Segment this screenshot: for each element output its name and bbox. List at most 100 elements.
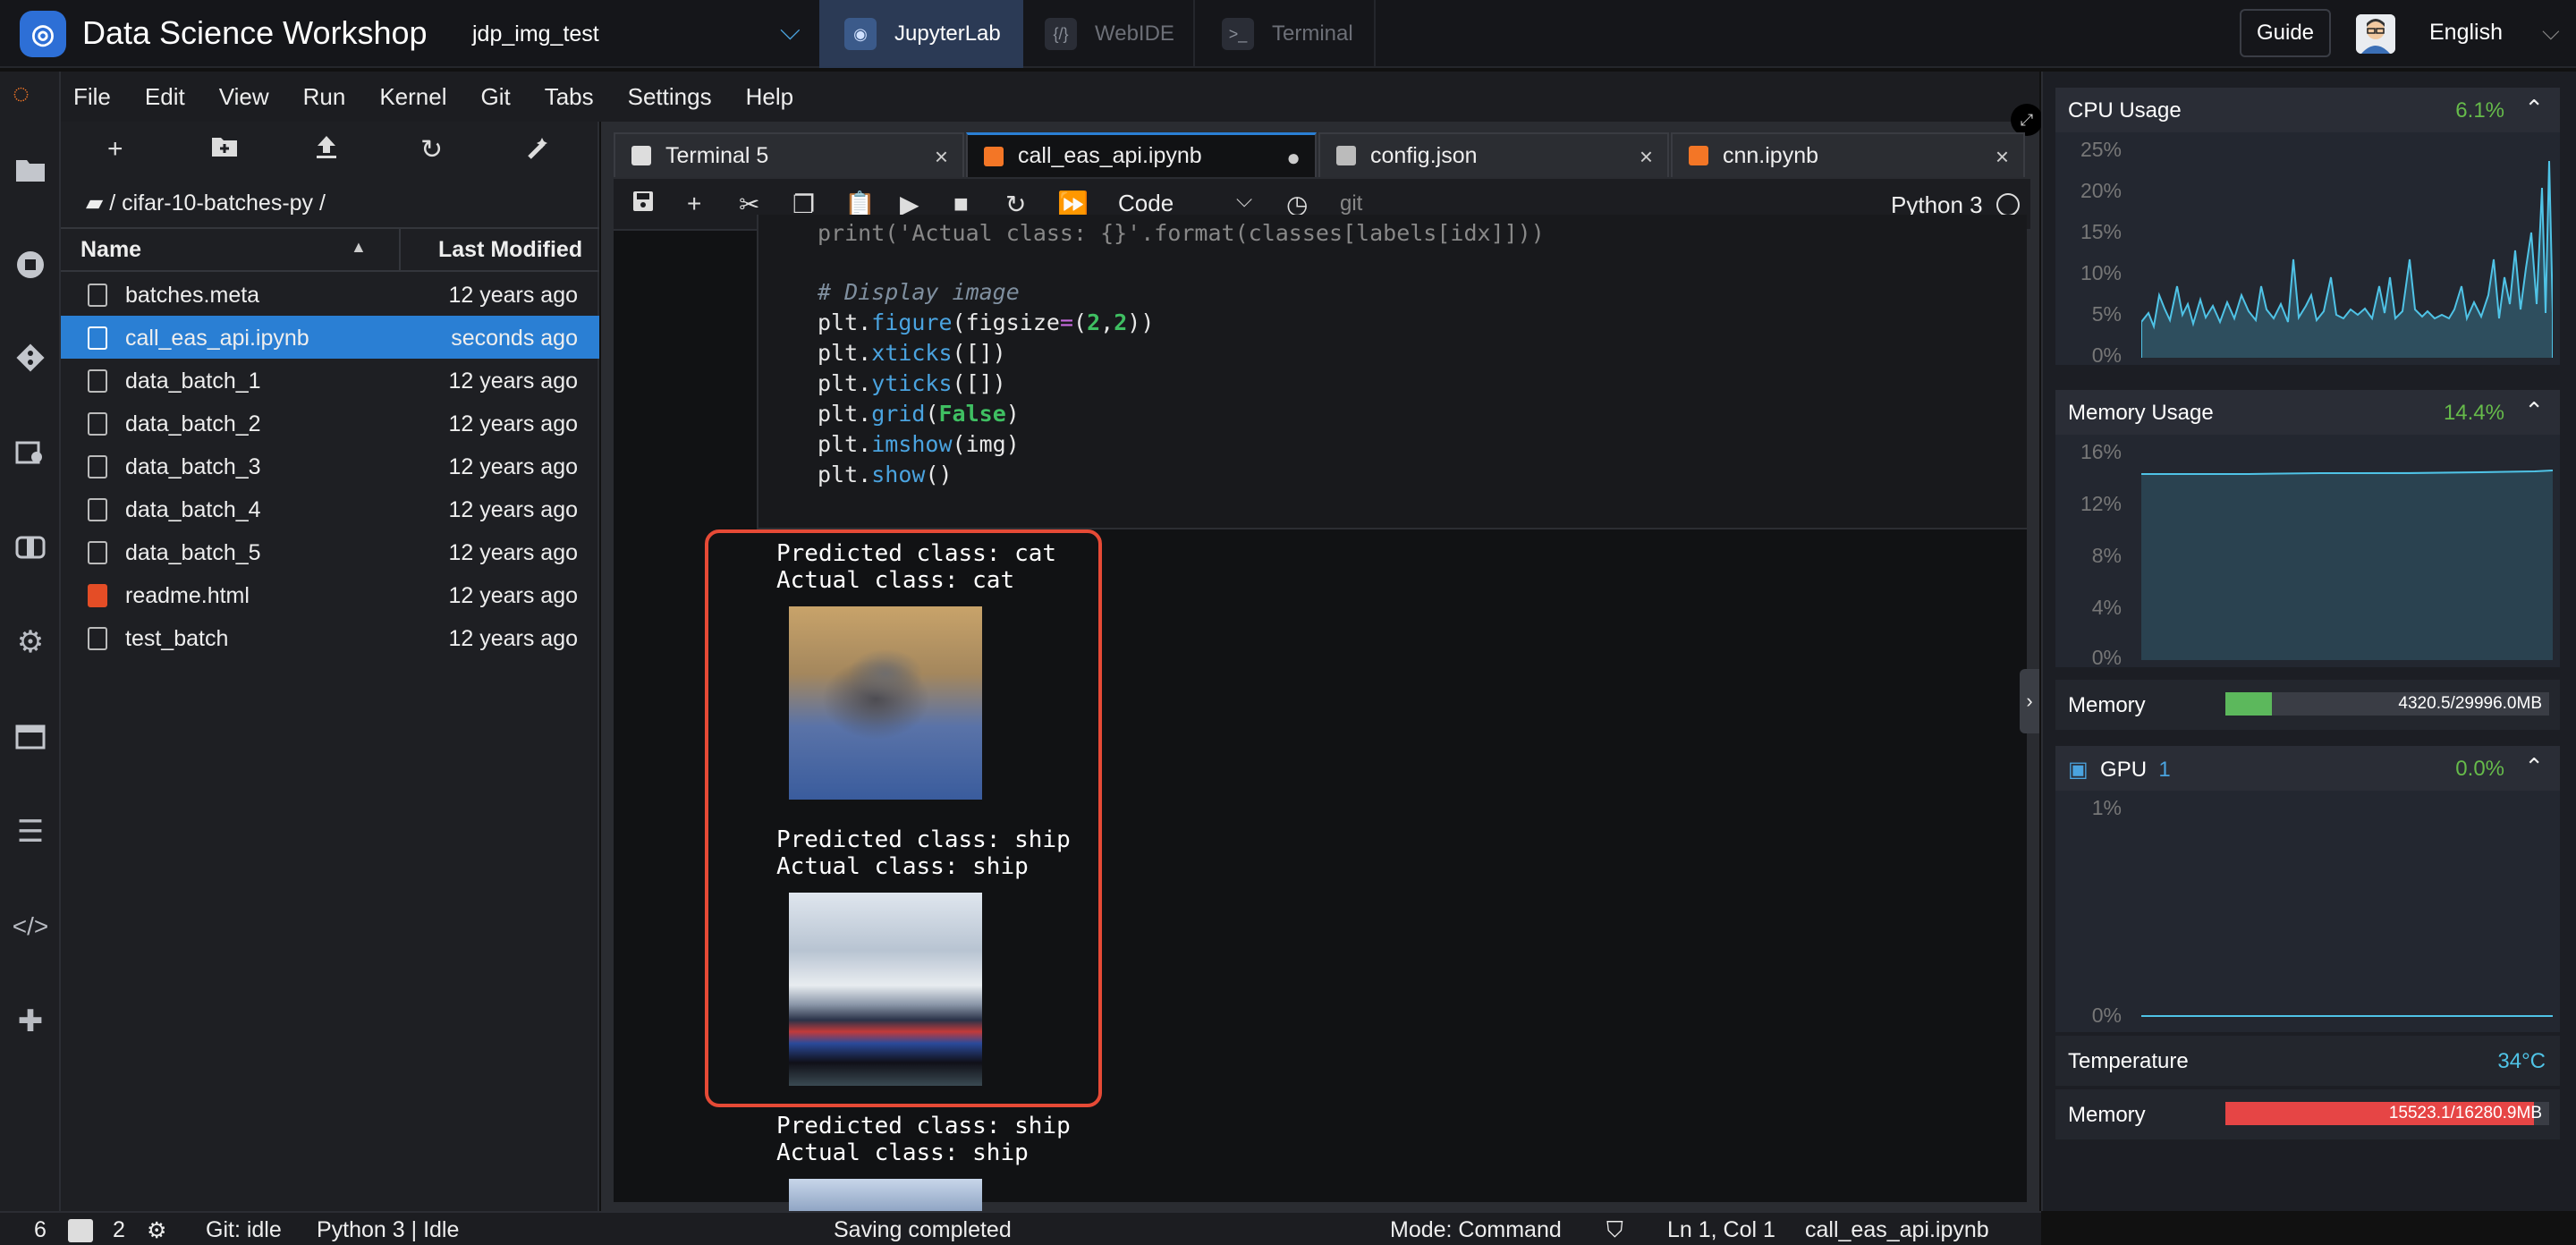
file-row[interactable]: data_batch_4 12 years ago (61, 487, 599, 530)
cpu-value: 6.1% (2455, 98, 2504, 123)
memory-panel-header[interactable]: Memory Usage 14.4% ⌃ (2055, 390, 2560, 435)
file-row[interactable]: call_eas_api.ipynb seconds ago (61, 316, 599, 359)
file-modified: 12 years ago (448, 368, 578, 394)
breadcrumb[interactable]: ▰ / cifar-10-batches-py / (86, 190, 326, 216)
status-position[interactable]: Ln 1, Col 1 (1667, 1217, 1775, 1243)
webide-icon: {/} (1045, 18, 1077, 50)
chevron-up-icon[interactable]: ⌃ (2524, 95, 2544, 123)
column-divider[interactable] (399, 229, 401, 270)
gpu-icon: ▣ (2068, 758, 2089, 782)
chevron-up-icon[interactable]: ⌃ (2524, 753, 2544, 781)
doc-tab[interactable]: config.json × (1318, 132, 1669, 177)
dataset-icon[interactable] (0, 426, 61, 479)
chevron-down-icon[interactable]: ⌵ (780, 16, 801, 47)
window-icon[interactable] (0, 710, 61, 764)
menu-run[interactable]: Run (303, 83, 346, 111)
avatar[interactable] (2356, 14, 2395, 54)
status-mode[interactable]: Mode: Command (1390, 1217, 1562, 1243)
gpu-usage-line (2141, 1015, 2553, 1017)
chevron-up-icon[interactable]: ⌃ (2524, 397, 2544, 425)
list-icon[interactable]: ☰ (0, 805, 61, 859)
folder-icon[interactable] (0, 143, 61, 197)
file-row[interactable]: batches.meta 12 years ago (61, 273, 599, 316)
file-name: batches.meta (125, 283, 260, 308)
memory-chart: 16% 12% 8% 4% 0% (2055, 435, 2560, 669)
doc-tab[interactable]: call_eas_api.ipynb ● (966, 132, 1317, 177)
memory-bar-label: Memory (2068, 693, 2146, 717)
file-row[interactable]: readme.html 12 years ago (61, 573, 599, 616)
chevron-down-icon[interactable]: ⌵ (1236, 188, 1252, 213)
menu-help[interactable]: Help (746, 83, 793, 111)
gpu-panel-header[interactable]: ▣ GPU 1 0.0% ⌃ (2055, 746, 2560, 791)
running-icon[interactable] (0, 238, 61, 292)
close-icon[interactable]: × (1996, 143, 2009, 171)
upload-icon[interactable] (315, 134, 338, 166)
sort-asc-icon[interactable]: ▲ (351, 238, 367, 257)
git-diff-button[interactable]: git (1340, 191, 1362, 216)
extension-icon[interactable]: ✚ (0, 995, 61, 1048)
y-tick: 8% (2091, 544, 2122, 567)
add-cell-icon[interactable]: + (687, 190, 701, 218)
menu-settings[interactable]: Settings (628, 83, 712, 111)
y-tick: 12% (2080, 492, 2122, 515)
gpu-memory-progress-bar: 15523.1/16280.9MB (2225, 1102, 2549, 1125)
close-icon[interactable]: × (1640, 143, 1653, 171)
output-image-ship (789, 1179, 982, 1215)
new-launcher-icon[interactable]: + (107, 134, 123, 165)
menubar: File Edit View Run Kernel Git Tabs Setti… (61, 72, 2039, 122)
status-kernel[interactable]: Python 3 | Idle (317, 1217, 459, 1243)
output-predicted: Predicted class: ship (776, 826, 1071, 853)
doc-tab[interactable]: cnn.ipynb × (1671, 132, 2025, 177)
column-last-modified[interactable]: Last Modified (438, 237, 582, 263)
tab-jupyterlab[interactable]: ◉ JupyterLab (819, 0, 1023, 68)
tab-terminal[interactable]: >_ Terminal (1197, 0, 1376, 68)
file-modified: 12 years ago (448, 540, 578, 565)
language-select[interactable]: English (2429, 20, 2503, 46)
new-folder-icon[interactable] (211, 134, 238, 165)
expand-icon[interactable]: ⤢ (2011, 104, 2043, 136)
file-row[interactable]: data_batch_3 12 years ago (61, 445, 599, 487)
code-icon[interactable]: </> (0, 900, 61, 953)
chevron-down-icon[interactable]: ⌵ (2542, 18, 2560, 47)
file-row[interactable]: data_batch_2 12 years ago (61, 402, 599, 445)
menu-git[interactable]: Git (480, 83, 510, 111)
file-icon (88, 455, 107, 479)
menu-view[interactable]: View (219, 83, 269, 111)
menu-kernel[interactable]: Kernel (379, 83, 446, 111)
unsaved-dot-icon[interactable]: ● (1286, 144, 1301, 172)
settings-icon[interactable]: ⚙ (0, 615, 61, 669)
file-modified: 12 years ago (448, 497, 578, 522)
html-file-icon (88, 584, 107, 607)
git-clone-icon[interactable] (526, 134, 553, 168)
package-icon[interactable] (0, 521, 61, 574)
file-row[interactable]: data_batch_1 12 years ago (61, 359, 599, 402)
tab-webide[interactable]: {/} WebIDE (1025, 0, 1195, 68)
guide-button[interactable]: Guide (2240, 9, 2331, 57)
file-name: call_eas_api.ipynb (125, 326, 309, 351)
menu-file[interactable]: File (73, 83, 111, 111)
menu-tabs[interactable]: Tabs (545, 83, 594, 111)
output-actual: Actual class: ship (776, 1139, 1029, 1166)
menu-edit[interactable]: Edit (145, 83, 185, 111)
collapse-panel-handle[interactable]: › (2020, 669, 2039, 733)
status-git[interactable]: Git: idle (206, 1217, 282, 1243)
column-name[interactable]: Name (80, 237, 141, 263)
temperature-label: Temperature (2068, 1049, 2189, 1073)
refresh-icon[interactable]: ↻ (420, 134, 443, 165)
cpu-panel-header[interactable]: CPU Usage 6.1% ⌃ (2055, 88, 2560, 132)
status-count-1[interactable]: 6 (34, 1217, 47, 1243)
code-comment: # Display image (818, 279, 1020, 305)
status-count-2[interactable]: 2 (113, 1217, 125, 1243)
close-icon[interactable]: × (935, 143, 948, 171)
workshop-logo-icon: ◎ (20, 11, 66, 57)
file-row[interactable]: test_batch 12 years ago (61, 616, 599, 659)
file-name: data_batch_5 (125, 540, 261, 565)
doc-tab[interactable]: Terminal 5 × (614, 132, 964, 177)
shield-icon[interactable]: ⛉ (1606, 1217, 1623, 1243)
tab-webide-label: WebIDE (1095, 21, 1174, 46)
cell-type-select[interactable]: Code (1118, 190, 1174, 217)
file-row[interactable]: data_batch_5 12 years ago (61, 530, 599, 573)
save-icon[interactable] (631, 190, 655, 219)
git-icon[interactable] (0, 331, 61, 385)
file-modified: 12 years ago (448, 583, 578, 608)
